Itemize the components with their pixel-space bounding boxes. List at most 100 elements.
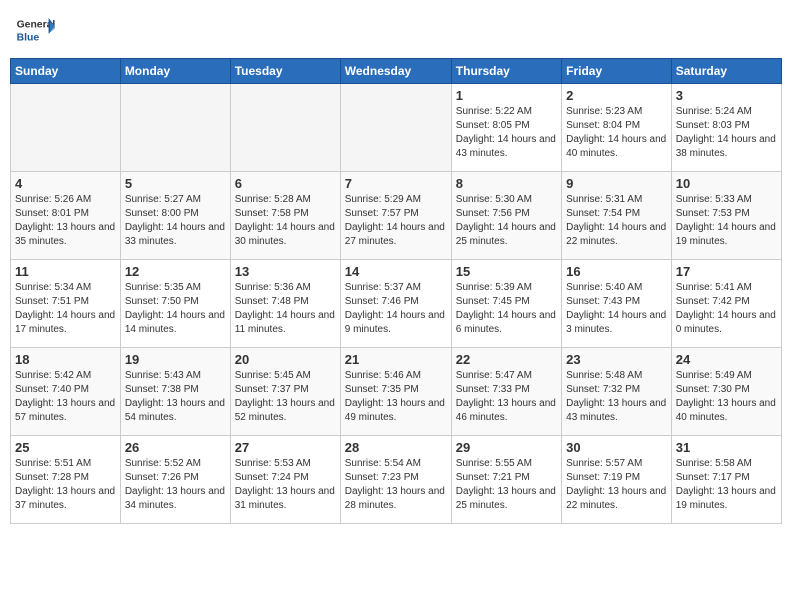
calendar-cell: 25 Sunrise: 5:51 AMSunset: 7:28 PMDayligh… bbox=[11, 436, 121, 524]
calendar-cell: 26 Sunrise: 5:52 AMSunset: 7:26 PMDayligh… bbox=[120, 436, 230, 524]
page-header: General Blue bbox=[10, 10, 782, 50]
calendar-cell: 1 Sunrise: 5:22 AMSunset: 8:05 PMDaylight… bbox=[451, 84, 561, 172]
day-number: 25 bbox=[15, 440, 116, 455]
logo: General Blue bbox=[15, 10, 59, 50]
day-info: Sunrise: 5:37 AMSunset: 7:46 PMDaylight:… bbox=[345, 281, 447, 337]
day-number: 19 bbox=[125, 352, 226, 367]
calendar-header-row: SundayMondayTuesdayWednesdayThursdayFrid… bbox=[11, 59, 782, 84]
calendar-cell: 12 Sunrise: 5:35 AMSunset: 7:50 PMDayligh… bbox=[120, 260, 230, 348]
calendar-table: SundayMondayTuesdayWednesdayThursdayFrid… bbox=[10, 58, 782, 524]
calendar-cell: 11 Sunrise: 5:34 AMSunset: 7:51 PMDayligh… bbox=[11, 260, 121, 348]
day-info: Sunrise: 5:47 AMSunset: 7:33 PMDaylight:… bbox=[456, 369, 557, 425]
day-number: 10 bbox=[676, 176, 777, 191]
day-info: Sunrise: 5:54 AMSunset: 7:23 PMDaylight:… bbox=[345, 457, 447, 513]
day-number: 26 bbox=[125, 440, 226, 455]
day-number: 3 bbox=[676, 88, 777, 103]
calendar-cell: 3 Sunrise: 5:24 AMSunset: 8:03 PMDaylight… bbox=[671, 84, 781, 172]
day-number: 22 bbox=[456, 352, 557, 367]
calendar-cell: 20 Sunrise: 5:45 AMSunset: 7:37 PMDayligh… bbox=[230, 348, 340, 436]
week-row-5: 25 Sunrise: 5:51 AMSunset: 7:28 PMDayligh… bbox=[11, 436, 782, 524]
calendar-cell: 6 Sunrise: 5:28 AMSunset: 7:58 PMDaylight… bbox=[230, 172, 340, 260]
calendar-cell: 13Sunrise: 5:36 AMSunset: 7:48 PMDayligh… bbox=[230, 260, 340, 348]
calendar-cell: 24 Sunrise: 5:49 AMSunset: 7:30 PMDayligh… bbox=[671, 348, 781, 436]
day-number: 29 bbox=[456, 440, 557, 455]
week-row-2: 4 Sunrise: 5:26 AMSunset: 8:01 PMDaylight… bbox=[11, 172, 782, 260]
calendar-cell: 4 Sunrise: 5:26 AMSunset: 8:01 PMDaylight… bbox=[11, 172, 121, 260]
day-number: 24 bbox=[676, 352, 777, 367]
day-number: 21 bbox=[345, 352, 447, 367]
day-info: Sunrise: 5:41 AMSunset: 7:42 PMDaylight:… bbox=[676, 281, 777, 337]
logo-icon: General Blue bbox=[15, 10, 55, 50]
day-number: 2 bbox=[566, 88, 667, 103]
day-info: Sunrise: 5:40 AMSunset: 7:43 PMDaylight:… bbox=[566, 281, 667, 337]
col-header-wednesday: Wednesday bbox=[340, 59, 451, 84]
day-info: Sunrise: 5:51 AMSunset: 7:28 PMDaylight:… bbox=[15, 457, 116, 513]
calendar-cell: 22 Sunrise: 5:47 AMSunset: 7:33 PMDayligh… bbox=[451, 348, 561, 436]
calendar-cell: 7 Sunrise: 5:29 AMSunset: 7:57 PMDaylight… bbox=[340, 172, 451, 260]
day-number: 1 bbox=[456, 88, 557, 103]
day-number: 11 bbox=[15, 264, 116, 279]
day-info: Sunrise: 5:35 AMSunset: 7:50 PMDaylight:… bbox=[125, 281, 226, 337]
day-number: 18 bbox=[15, 352, 116, 367]
day-number: 13 bbox=[235, 264, 336, 279]
day-info: Sunrise: 5:31 AMSunset: 7:54 PMDaylight:… bbox=[566, 193, 667, 249]
calendar-cell bbox=[230, 84, 340, 172]
col-header-thursday: Thursday bbox=[451, 59, 561, 84]
day-info: Sunrise: 5:39 AMSunset: 7:45 PMDaylight:… bbox=[456, 281, 557, 337]
calendar-cell: 28 Sunrise: 5:54 AMSunset: 7:23 PMDayligh… bbox=[340, 436, 451, 524]
week-row-4: 18 Sunrise: 5:42 AMSunset: 7:40 PMDayligh… bbox=[11, 348, 782, 436]
day-info: Sunrise: 5:26 AMSunset: 8:01 PMDaylight:… bbox=[15, 193, 116, 249]
day-number: 4 bbox=[15, 176, 116, 191]
day-number: 7 bbox=[345, 176, 447, 191]
day-number: 23 bbox=[566, 352, 667, 367]
day-info: Sunrise: 5:46 AMSunset: 7:35 PMDaylight:… bbox=[345, 369, 447, 425]
day-info: Sunrise: 5:29 AMSunset: 7:57 PMDaylight:… bbox=[345, 193, 447, 249]
calendar-cell: 14 Sunrise: 5:37 AMSunset: 7:46 PMDayligh… bbox=[340, 260, 451, 348]
day-number: 20 bbox=[235, 352, 336, 367]
day-info: Sunrise: 5:57 AMSunset: 7:19 PMDaylight:… bbox=[566, 457, 667, 513]
day-number: 12 bbox=[125, 264, 226, 279]
day-info: Sunrise: 5:24 AMSunset: 8:03 PMDaylight:… bbox=[676, 105, 777, 161]
svg-text:Blue: Blue bbox=[17, 32, 40, 43]
day-number: 15 bbox=[456, 264, 557, 279]
col-header-saturday: Saturday bbox=[671, 59, 781, 84]
day-number: 5 bbox=[125, 176, 226, 191]
day-info: Sunrise: 5:43 AMSunset: 7:38 PMDaylight:… bbox=[125, 369, 226, 425]
calendar-cell: 18 Sunrise: 5:42 AMSunset: 7:40 PMDayligh… bbox=[11, 348, 121, 436]
calendar-cell: 10 Sunrise: 5:33 AMSunset: 7:53 PMDayligh… bbox=[671, 172, 781, 260]
col-header-friday: Friday bbox=[562, 59, 672, 84]
day-number: 27 bbox=[235, 440, 336, 455]
day-number: 28 bbox=[345, 440, 447, 455]
day-info: Sunrise: 5:45 AMSunset: 7:37 PMDaylight:… bbox=[235, 369, 336, 425]
day-number: 14 bbox=[345, 264, 447, 279]
calendar-cell bbox=[11, 84, 121, 172]
day-number: 30 bbox=[566, 440, 667, 455]
day-info: Sunrise: 5:28 AMSunset: 7:58 PMDaylight:… bbox=[235, 193, 336, 249]
day-info: Sunrise: 5:34 AMSunset: 7:51 PMDaylight:… bbox=[15, 281, 116, 337]
day-info: Sunrise: 5:22 AMSunset: 8:05 PMDaylight:… bbox=[456, 105, 557, 161]
day-info: Sunrise: 5:27 AMSunset: 8:00 PMDaylight:… bbox=[125, 193, 226, 249]
day-number: 6 bbox=[235, 176, 336, 191]
day-info: Sunrise: 5:49 AMSunset: 7:30 PMDaylight:… bbox=[676, 369, 777, 425]
calendar-cell: 23 Sunrise: 5:48 AMSunset: 7:32 PMDayligh… bbox=[562, 348, 672, 436]
day-info: Sunrise: 5:42 AMSunset: 7:40 PMDaylight:… bbox=[15, 369, 116, 425]
day-number: 17 bbox=[676, 264, 777, 279]
day-info: Sunrise: 5:52 AMSunset: 7:26 PMDaylight:… bbox=[125, 457, 226, 513]
day-number: 16 bbox=[566, 264, 667, 279]
day-info: Sunrise: 5:58 AMSunset: 7:17 PMDaylight:… bbox=[676, 457, 777, 513]
col-header-sunday: Sunday bbox=[11, 59, 121, 84]
col-header-monday: Monday bbox=[120, 59, 230, 84]
week-row-1: 1 Sunrise: 5:22 AMSunset: 8:05 PMDaylight… bbox=[11, 84, 782, 172]
day-number: 9 bbox=[566, 176, 667, 191]
day-info: Sunrise: 5:33 AMSunset: 7:53 PMDaylight:… bbox=[676, 193, 777, 249]
calendar-cell: 30 Sunrise: 5:57 AMSunset: 7:19 PMDayligh… bbox=[562, 436, 672, 524]
day-info: Sunrise: 5:48 AMSunset: 7:32 PMDaylight:… bbox=[566, 369, 667, 425]
calendar-cell: 21 Sunrise: 5:46 AMSunset: 7:35 PMDayligh… bbox=[340, 348, 451, 436]
calendar-cell: 8Sunrise: 5:30 AMSunset: 7:56 PMDaylight… bbox=[451, 172, 561, 260]
calendar-cell: 31Sunrise: 5:58 AMSunset: 7:17 PMDayligh… bbox=[671, 436, 781, 524]
calendar-cell: 16 Sunrise: 5:40 AMSunset: 7:43 PMDayligh… bbox=[562, 260, 672, 348]
calendar-cell bbox=[120, 84, 230, 172]
week-row-3: 11 Sunrise: 5:34 AMSunset: 7:51 PMDayligh… bbox=[11, 260, 782, 348]
day-info: Sunrise: 5:55 AMSunset: 7:21 PMDaylight:… bbox=[456, 457, 557, 513]
calendar-cell: 19 Sunrise: 5:43 AMSunset: 7:38 PMDayligh… bbox=[120, 348, 230, 436]
